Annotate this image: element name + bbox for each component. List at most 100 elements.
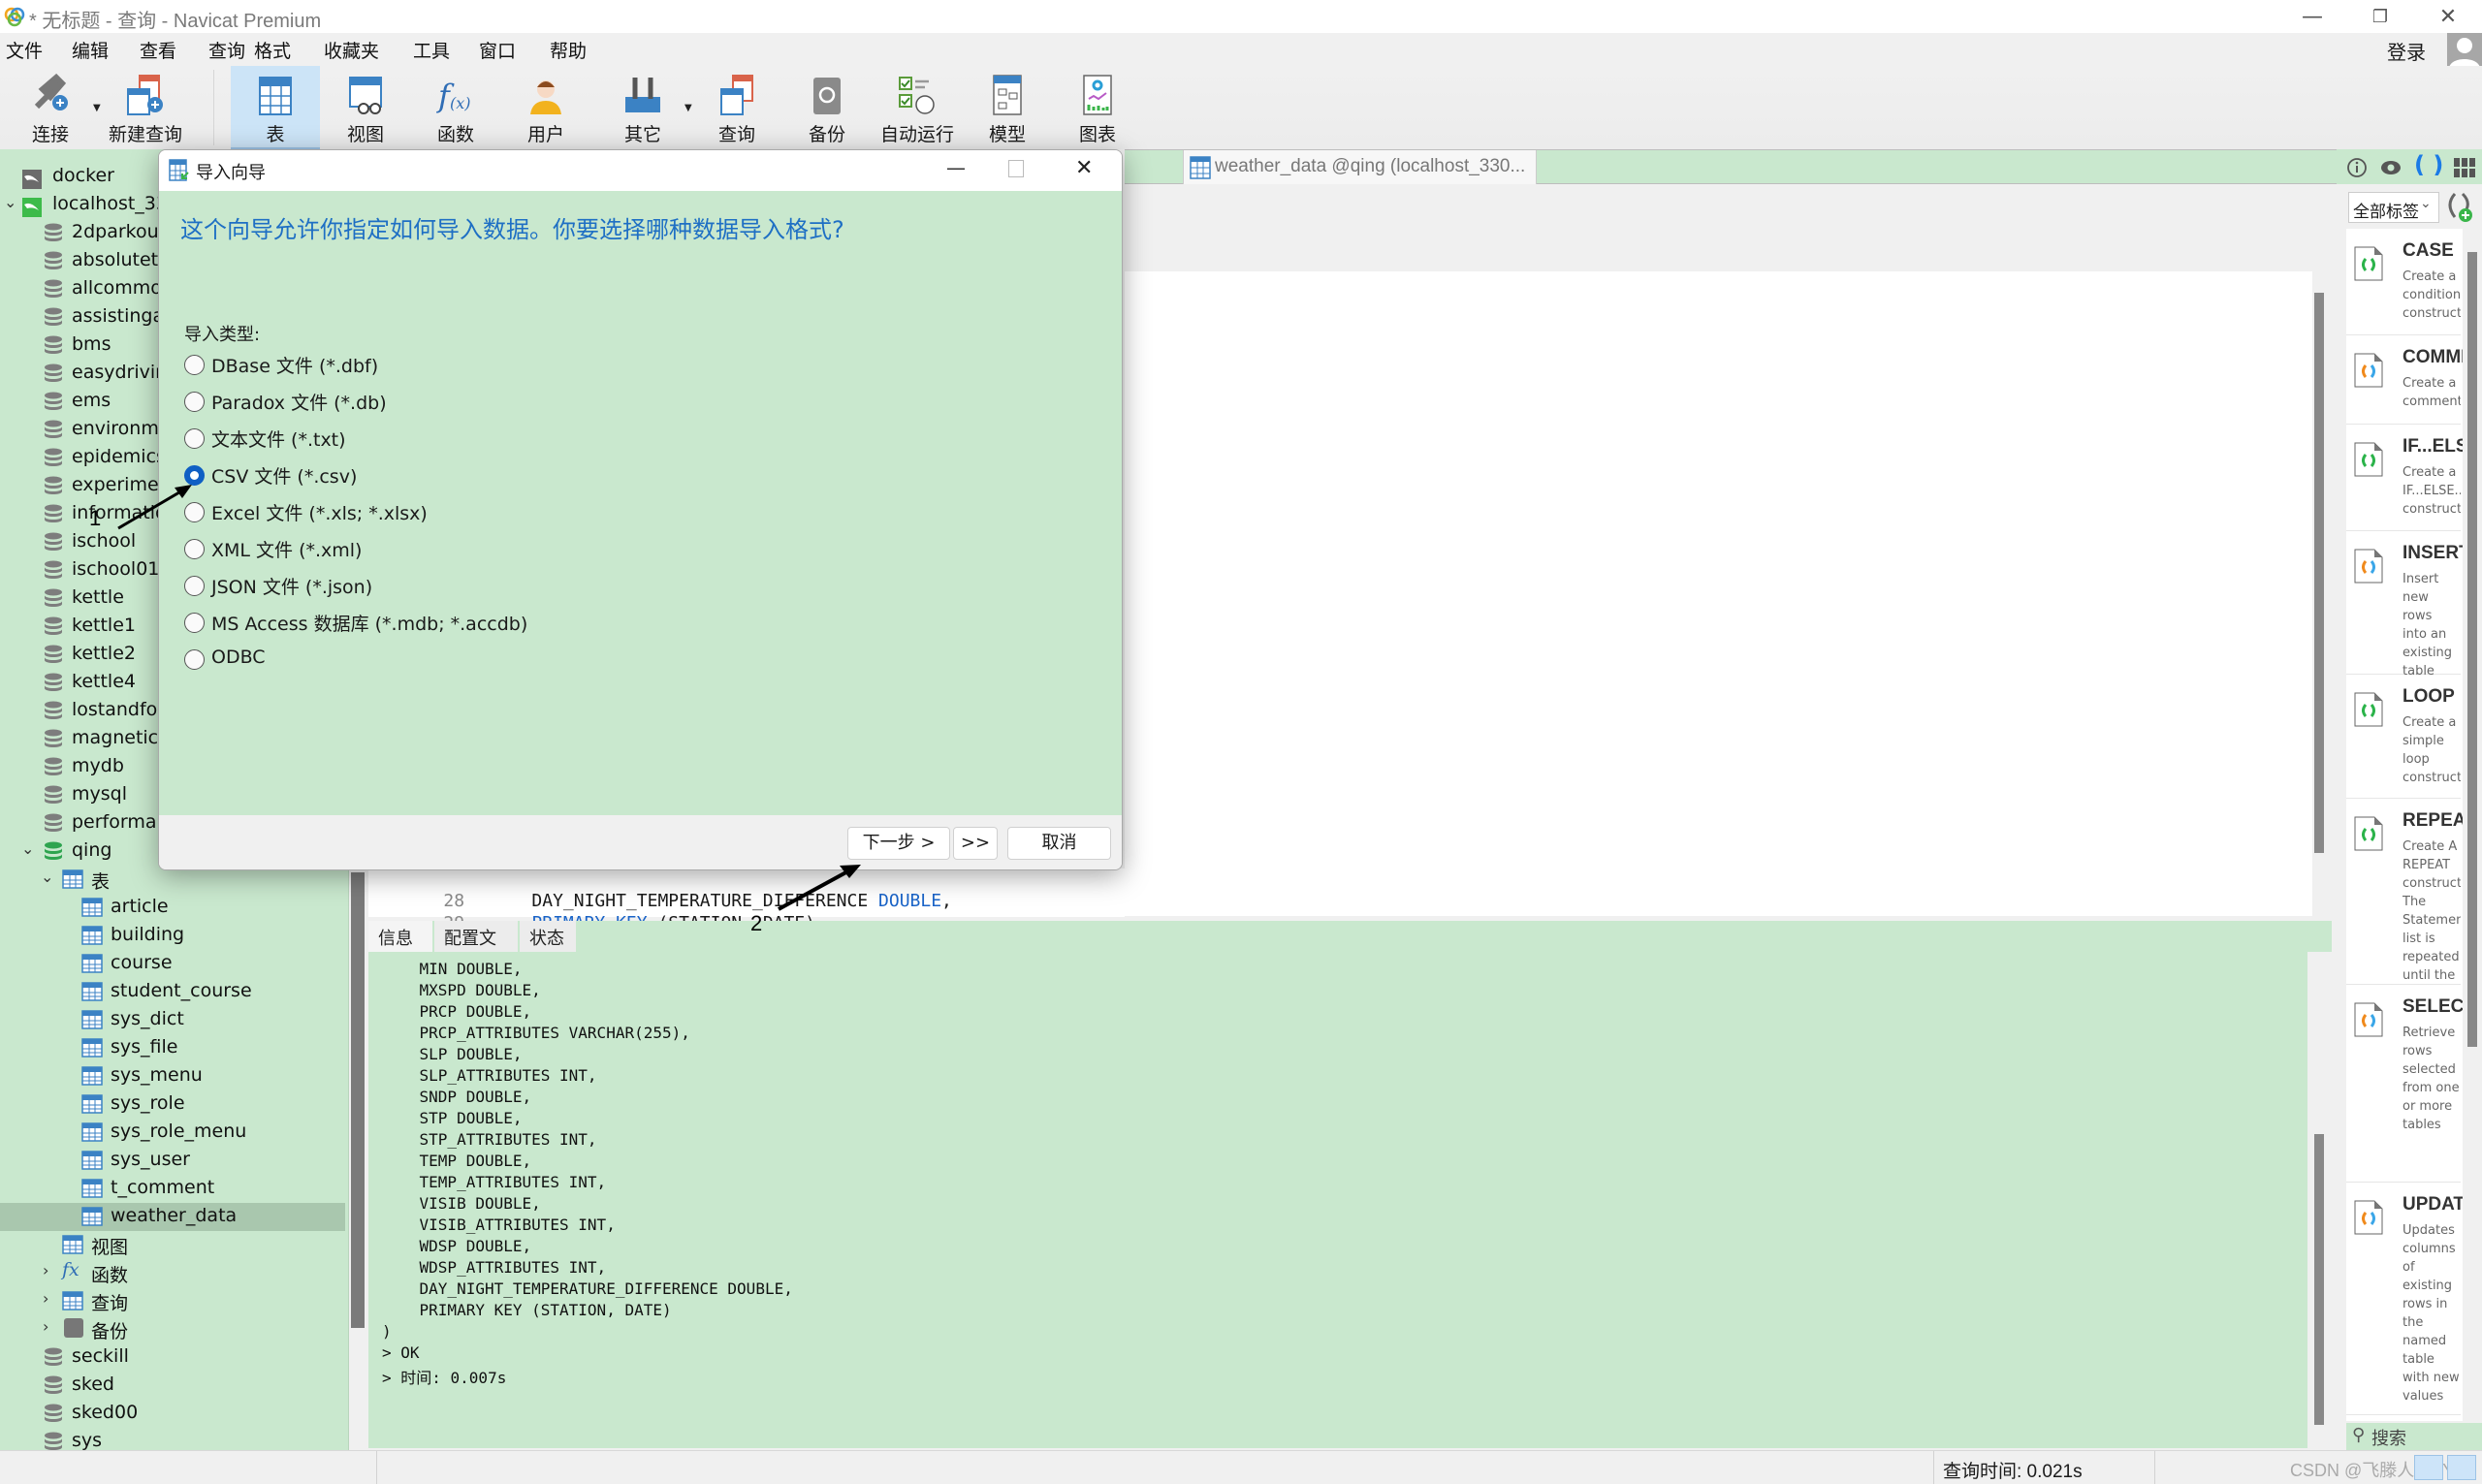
toolbar-backup-button[interactable]: 备份 (782, 66, 872, 149)
finish-button[interactable]: >> (953, 827, 998, 860)
tree-table[interactable]: sys_role (0, 1090, 345, 1119)
preview-eye-icon[interactable] (2380, 157, 2402, 178)
chevron-down-icon[interactable]: ⌄ (21, 839, 34, 858)
radio-button[interactable] (184, 539, 205, 559)
snippet-item[interactable]: SELECT Retrieve rows selected from one o… (2346, 985, 2463, 1183)
tree-table[interactable]: sys_dict (0, 1006, 345, 1034)
tree-database[interactable]: sked00 (0, 1400, 345, 1428)
tree-folder[interactable]: › 查询 (0, 1287, 345, 1315)
snippet-item[interactable]: UPDATE Updates columns of existing rows … (2346, 1183, 2463, 1415)
tab-weather-data[interactable]: weather_data @qing (localhost_330... (1183, 150, 1537, 184)
menu-favorites[interactable]: 收藏夹 (324, 37, 379, 63)
toolbar-table-button[interactable]: 表 (231, 66, 320, 149)
snippet-search-field[interactable]: ⚲ 搜索 (2346, 1423, 2482, 1450)
table-icon (81, 954, 103, 973)
menu-tools[interactable]: 工具 (413, 37, 450, 63)
tree-table[interactable]: article (0, 894, 345, 922)
close-icon: ✕ (2438, 4, 2458, 29)
toolbar-automation-button[interactable]: 自动运行 (873, 66, 962, 149)
tab-status[interactable]: 状态 (520, 921, 576, 952)
toolbar-other-button[interactable]: 其它 (598, 66, 687, 149)
next-button[interactable]: 下一步 > (847, 827, 950, 860)
snippet-item[interactable]: WHILE (2346, 1415, 2461, 1421)
panel-toggle-button[interactable] (2447, 1455, 2476, 1480)
snippet-item[interactable]: CASE Create a conditional construct (2346, 229, 2461, 335)
code-snippet-icon[interactable]: ( ) (2414, 151, 2443, 178)
tree-database[interactable]: sked (0, 1372, 345, 1400)
radio-button[interactable] (184, 465, 205, 486)
tree-table[interactable]: course (0, 950, 345, 978)
chevron-right-icon[interactable]: › (43, 1317, 48, 1336)
tree-table[interactable]: sys_user (0, 1147, 345, 1175)
snippet-item[interactable]: COMMENT Create a comment (2346, 335, 2463, 425)
tree-database[interactable]: sys (0, 1428, 345, 1450)
editor-scrollbar[interactable] (2314, 293, 2324, 853)
other-dropdown-arrow-icon[interactable]: ▼ (684, 103, 692, 113)
avatar[interactable] (2447, 33, 2482, 68)
grid-layout-icon[interactable] (2453, 157, 2476, 178)
chevron-down-icon[interactable]: ⌄ (4, 193, 16, 211)
tab-profile[interactable]: 配置文件 (434, 921, 518, 974)
add-snippet-icon[interactable] (2443, 190, 2474, 223)
login-link[interactable]: 登录 (2387, 37, 2426, 65)
tree-table[interactable]: sys_file (0, 1034, 345, 1062)
toolbar-view-button[interactable]: 视图 (321, 66, 410, 149)
tree-table[interactable]: sys_menu (0, 1062, 345, 1090)
menu-window[interactable]: 窗口 (479, 37, 516, 63)
output-scrollbar[interactable] (2314, 1134, 2324, 1425)
radio-button[interactable] (184, 428, 205, 449)
close-button[interactable]: ✕ (2419, 0, 2477, 33)
menu-view[interactable]: 查看 (140, 37, 176, 63)
snippet-title: COMMENT (2402, 347, 2463, 367)
cancel-button[interactable]: 取消 (1007, 827, 1111, 860)
toolbar-user-button[interactable]: 用户 (501, 66, 590, 149)
status-divider (376, 1451, 377, 1484)
chevron-down-icon[interactable]: ⌄ (41, 868, 53, 886)
layout-toggle-button[interactable] (2414, 1455, 2443, 1480)
snippet-scrollbar[interactable] (2467, 252, 2477, 1047)
chevron-right-icon[interactable]: › (43, 1261, 48, 1279)
tree-folder[interactable]: › fx 函数 (0, 1259, 345, 1287)
radio-button[interactable] (184, 649, 205, 670)
snippet-item[interactable]: IF...ELSE Create a IF...ELSE... construc… (2346, 425, 2463, 531)
tree-database[interactable]: seckill (0, 1343, 345, 1372)
tree-table[interactable]: student_course (0, 978, 345, 1006)
connect-dropdown-arrow-icon[interactable]: ▼ (93, 103, 101, 113)
snippet-item[interactable]: INSERT Insert new rows into an existing … (2346, 531, 2463, 679)
sql-editor[interactable] (1125, 271, 2312, 916)
radio-button[interactable] (184, 502, 205, 522)
radio-button[interactable] (184, 355, 205, 375)
panel-splitter[interactable] (351, 872, 365, 1328)
radio-button[interactable] (184, 392, 205, 412)
radio-button[interactable] (184, 613, 205, 633)
menu-help[interactable]: 帮助 (550, 37, 587, 63)
chevron-right-icon[interactable]: › (43, 1289, 48, 1308)
snippet-item[interactable]: REPEAT Create A REPEAT construct. The St… (2346, 799, 2463, 985)
dialog-minimize-button[interactable]: — (946, 156, 966, 179)
tree-table[interactable]: sys_role_menu (0, 1119, 345, 1147)
toolbar-chart-button[interactable]: 图表 (1053, 66, 1142, 149)
tree-folder[interactable]: › 备份 (0, 1315, 345, 1343)
toolbar-connect-button[interactable]: 连接 (6, 66, 95, 149)
radio-button[interactable] (184, 576, 205, 596)
toolbar-model-button[interactable]: 模型 (963, 66, 1052, 149)
tree-table[interactable]: building (0, 922, 345, 950)
code-lines[interactable]: 28 DAY_NIGHT_TEMPERATURE_DIFFERENCE DOUB… (368, 868, 1125, 933)
toolbar-new-query-button[interactable]: 新建查询 (101, 66, 190, 149)
tab-info[interactable]: 信息 (368, 921, 432, 952)
toolbar-function-button[interactable]: f (x) 函数 (411, 66, 500, 149)
menu-format[interactable]: 格式 (254, 37, 291, 63)
tree-folder[interactable]: 视图 (0, 1231, 345, 1259)
menu-edit[interactable]: 编辑 (72, 37, 109, 63)
menu-file[interactable]: 文件 (6, 37, 43, 63)
info-icon[interactable] (2346, 157, 2368, 178)
minimize-button[interactable]: — (2283, 0, 2341, 33)
restore-button[interactable]: ❐ (2351, 0, 2409, 33)
dialog-close-button[interactable]: ✕ (1075, 156, 1093, 180)
toolbar-query-button[interactable]: 查询 (692, 66, 781, 149)
tree-table[interactable]: weather_data (0, 1203, 345, 1231)
snippet-item[interactable]: LOOP Create a simple loop construct (2346, 675, 2461, 799)
menu-query[interactable]: 查询 (208, 37, 245, 63)
tree-table[interactable]: t_comment (0, 1175, 345, 1203)
dialog-maximize-button[interactable] (1008, 160, 1024, 177)
